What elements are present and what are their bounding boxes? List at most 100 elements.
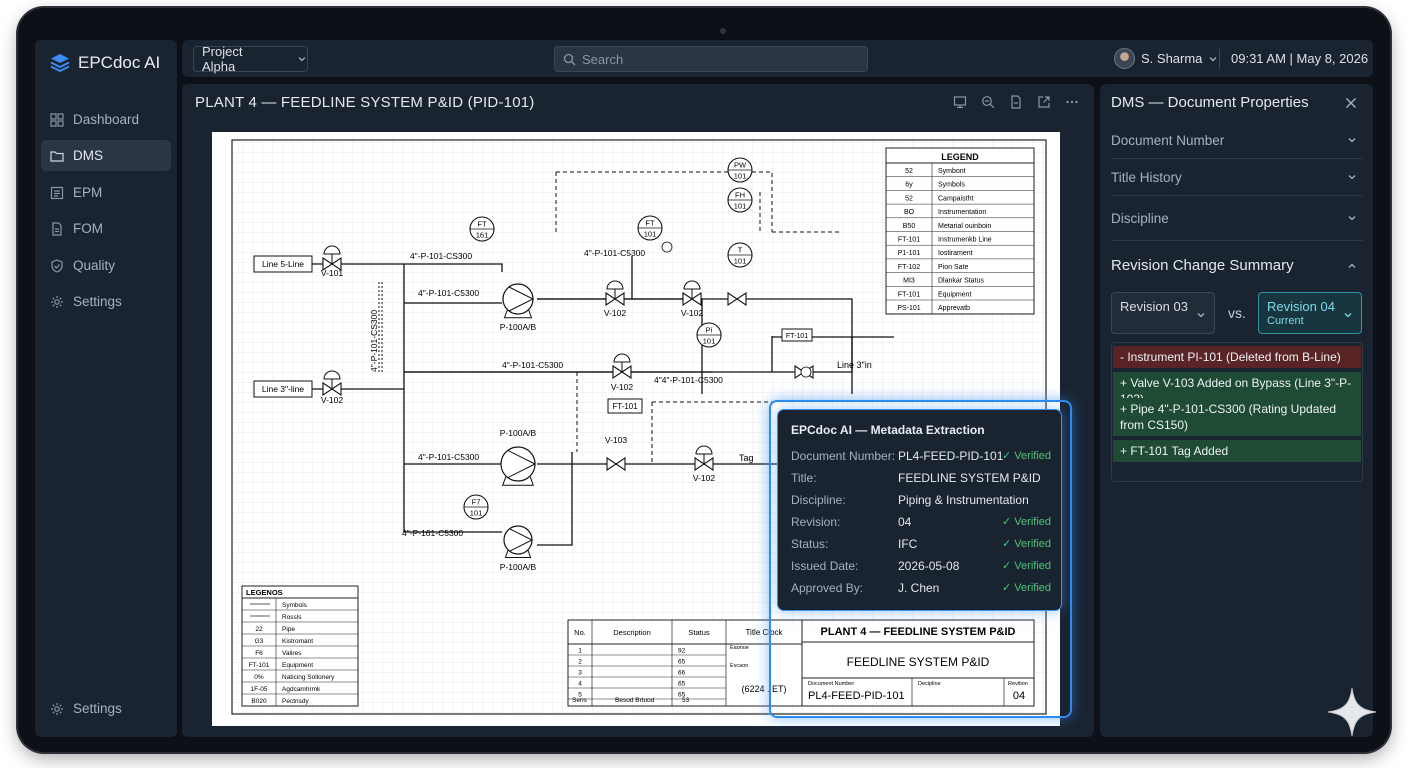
document-title: PLANT 4 — FEEDLINE SYSTEM P&ID (PID-101) (195, 94, 535, 111)
instrument-number: 101 (734, 172, 747, 181)
legend-title: LEGEND (941, 152, 979, 162)
document-properties-panel: DMS — Document Properties Document Numbe… (1100, 84, 1373, 737)
sidebar-item-dms[interactable]: DMS (41, 140, 171, 171)
instrument-tag: PW (734, 161, 747, 170)
user-menu[interactable]: S. Sharma (1114, 48, 1218, 69)
line3in-label: Line 3"in (837, 360, 872, 370)
instrument-bubble: FH 101 (727, 187, 753, 213)
chevron-up-icon (1348, 263, 1356, 268)
zoom-icon[interactable] (980, 94, 996, 110)
instrument-number: 101 (470, 509, 483, 518)
tb-header-status: Status (688, 628, 710, 637)
user-name: S. Sharma (1141, 51, 1203, 66)
file-icon[interactable] (1008, 94, 1024, 110)
legend2-desc: Pectrisdy (282, 698, 309, 705)
legend-code: 6y (905, 182, 913, 189)
more-icon[interactable] (1064, 94, 1080, 110)
legend-desc: Instrumentation (938, 209, 986, 216)
sidebar-item-settings-bottom[interactable]: Settings (41, 693, 171, 724)
legend-bottom-table: LEGENOS Symbols Rossls 22 Pipe G3 Kistromant F… (241, 585, 359, 707)
accordion-title-history[interactable]: Title History (1111, 159, 1363, 196)
chevron-down-icon (1209, 56, 1217, 61)
legend2-code: 1F-05 (251, 686, 268, 693)
legend-desc: Campaistht (938, 195, 973, 202)
sidebar-item-label: Settings (73, 701, 122, 716)
metadata-value: PL4-FEED-PID-101 (898, 449, 1004, 463)
close-icon[interactable] (1345, 96, 1357, 114)
revision-summary-title: Revision Change Summary (1111, 257, 1294, 274)
legend2-desc: Rossls (282, 614, 302, 621)
sidebar-item-settings[interactable]: Settings (41, 286, 171, 317)
sidebar: EPCdoc AI Dashboard DMS EPM FOM Quality … (35, 40, 177, 737)
metadata-value: Piping & Instrumentation (898, 493, 1029, 507)
instrument-number: 101 (734, 257, 747, 266)
sidebar-item-dashboard[interactable]: Dashboard (41, 104, 171, 135)
legend-code: 52 (905, 195, 913, 202)
p100c-label: P-100A/B (500, 562, 537, 572)
dashboard-icon (50, 112, 64, 127)
properties-title: DMS — Document Properties (1111, 94, 1309, 111)
legend2-desc: Equipment (282, 662, 313, 669)
legend-desc: Equipment (938, 291, 972, 298)
pipe2-label: 4"-P-101-C5300 (418, 288, 479, 298)
instrument-bubble: Pi 101 (696, 322, 722, 348)
sidebar-item-fom[interactable]: FOM (41, 213, 171, 244)
line3-label: Line 3"‑line (262, 384, 305, 394)
accordion-label: Document Number (1111, 132, 1225, 148)
legend-code: MI3 (903, 278, 915, 285)
metadata-label: Status: (791, 537, 829, 551)
v102e-label: V-102 (693, 473, 715, 483)
tb-header-no: No. (574, 628, 586, 637)
legend-table: LEGEND 52 Symbont 6y Symbols 52 Campaistht BO I… (885, 147, 1035, 315)
tb-row-no: 3 (578, 670, 582, 677)
instrument-tag: F7 (472, 498, 481, 507)
change-item-removed: - Instrument PI-101 (Deleted from B-Line… (1113, 346, 1361, 368)
revision-to-select[interactable]: Revision 04 Current (1258, 292, 1362, 334)
legend2-code: FT-101 (249, 662, 270, 669)
accordion-discipline[interactable]: Discipline (1111, 196, 1363, 241)
revision-from-select[interactable]: Revision 03 (1111, 292, 1215, 334)
external-link-icon[interactable] (1036, 94, 1052, 110)
accordion-label: Discipline (1111, 210, 1169, 226)
search-input[interactable]: Search (554, 46, 868, 72)
metadata-value: FEEDLINE SYSTEM P&ID (898, 471, 1041, 485)
pump-symbol (502, 283, 535, 319)
revision-from-label: Revision 03 (1120, 299, 1188, 314)
pipe7-label: 4"4"-P-101-C5300 (654, 375, 723, 385)
chevron-down-icon (1197, 313, 1205, 318)
chevron-down-icon (1348, 175, 1356, 180)
instrument-tag: FH (735, 191, 745, 200)
sidebar-item-quality[interactable]: Quality (41, 250, 171, 281)
instrument-bubble: PW 101 (727, 157, 753, 183)
project-selector[interactable]: Project Alpha (193, 44, 308, 74)
sidebar-item-label: Settings (73, 294, 122, 309)
legend-desc: Iostirament (938, 250, 973, 257)
accordion-document-number[interactable]: Document Number (1111, 122, 1363, 159)
tb-row-status: 65 (678, 681, 686, 688)
document-icon (50, 186, 64, 199)
pipe1-label: 4"-P-101-CS300 (410, 251, 472, 261)
revision-to-label: Revision 04 (1267, 299, 1335, 314)
line5-label: Line 5‑Line (262, 259, 304, 269)
metadata-label: Approved By: (791, 581, 864, 595)
tb-row-no: 2 (578, 659, 582, 666)
app-logo[interactable]: EPCdoc AI (49, 52, 160, 74)
revision-summary-header[interactable]: Revision Change Summary (1111, 257, 1363, 274)
instrument-number: 161 (476, 231, 489, 240)
instrument-tag: FT (477, 220, 487, 229)
metadata-label: Revision: (791, 515, 841, 529)
gear-icon (51, 702, 63, 715)
legend2-code: B020 (251, 698, 267, 705)
pipe3-label: 4"-P-101-C5300 (502, 360, 563, 370)
legend-code: FT-101 (898, 237, 920, 244)
legend-code: PS-101 (897, 305, 920, 312)
tb-footer-2: 53 (682, 697, 690, 704)
sidebar-item-epm[interactable]: EPM (41, 177, 171, 208)
gear-icon (51, 295, 63, 308)
accordion-label: Title History (1111, 169, 1182, 185)
metadata-row: Document Number: PL4-FEED-PID-101 ✓ Verifi… (791, 449, 1051, 465)
screen-icon[interactable] (952, 94, 968, 110)
legend-desc: Pion Sate (938, 264, 968, 271)
file-icon (52, 221, 62, 236)
viewer-toolbar (952, 94, 1080, 110)
